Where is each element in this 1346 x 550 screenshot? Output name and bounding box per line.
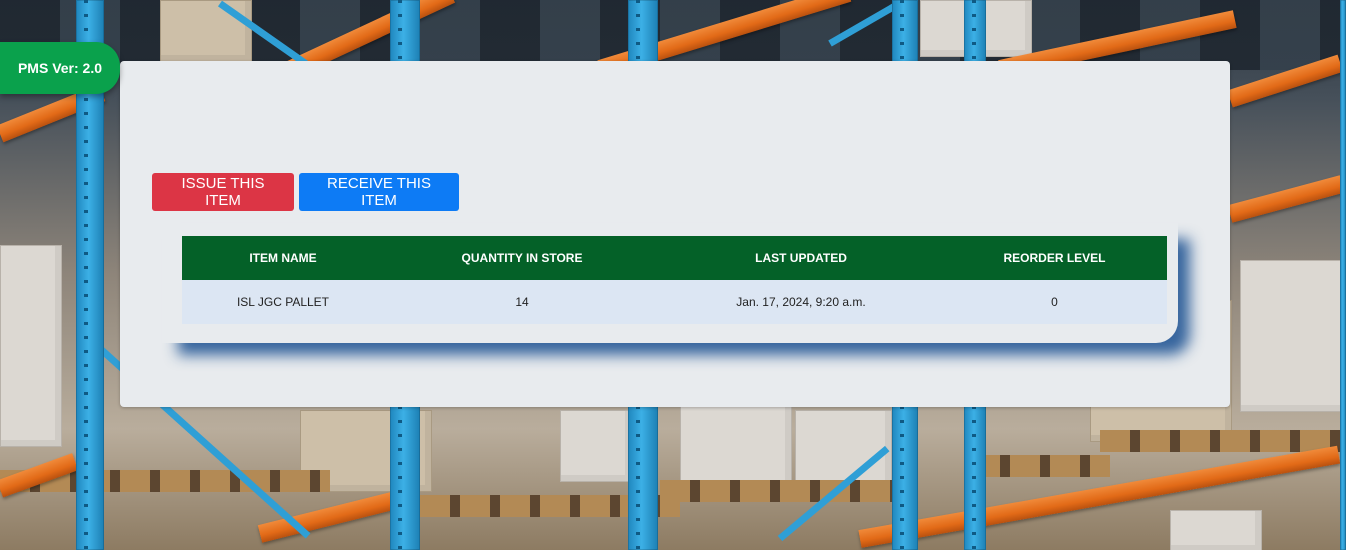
cell-last-updated: Jan. 17, 2024, 9:20 a.m. [660, 280, 942, 324]
stacked-boxes [0, 245, 62, 447]
stacked-boxes [795, 410, 892, 487]
orange-beam [257, 491, 399, 543]
cell-reorder-level: 0 [942, 280, 1167, 324]
issue-item-button[interactable]: ISSUE THIS ITEM [152, 173, 294, 211]
rack-upright [1340, 0, 1346, 550]
cell-quantity: 14 [384, 280, 660, 324]
stacked-boxes [680, 405, 792, 487]
item-table: ITEM NAME QUANTITY IN STORE LAST UPDATED… [182, 236, 1167, 324]
pallet [1100, 430, 1346, 452]
version-label: PMS Ver: 2.0 [17, 60, 103, 76]
stacked-boxes [1170, 510, 1262, 550]
item-table-card: ITEM NAME QUANTITY IN STORE LAST UPDATED… [162, 223, 1178, 343]
main-panel: ISSUE THIS ITEM RECEIVE THIS ITEM ITEM N… [120, 61, 1230, 407]
version-badge: PMS Ver: 2.0 [0, 42, 120, 94]
cell-item-name: ISL JGC PALLET [182, 280, 384, 324]
column-header-item-name: ITEM NAME [182, 236, 384, 280]
stacked-boxes [160, 0, 252, 62]
receive-item-button[interactable]: RECEIVE THIS ITEM [299, 173, 459, 211]
column-header-reorder-level: REORDER LEVEL [942, 236, 1167, 280]
pallet [970, 455, 1110, 477]
stacked-boxes [1240, 260, 1346, 412]
stacked-boxes [560, 410, 632, 482]
column-header-quantity: QUANTITY IN STORE [384, 236, 660, 280]
column-header-last-updated: LAST UPDATED [660, 236, 942, 280]
orange-beam [1227, 175, 1345, 223]
table-row: ISL JGC PALLET 14 Jan. 17, 2024, 9:20 a.… [182, 280, 1167, 324]
action-buttons: ISSUE THIS ITEM RECEIVE THIS ITEM [152, 173, 459, 211]
pallet [660, 480, 900, 502]
table-header: ITEM NAME QUANTITY IN STORE LAST UPDATED… [182, 236, 1167, 280]
